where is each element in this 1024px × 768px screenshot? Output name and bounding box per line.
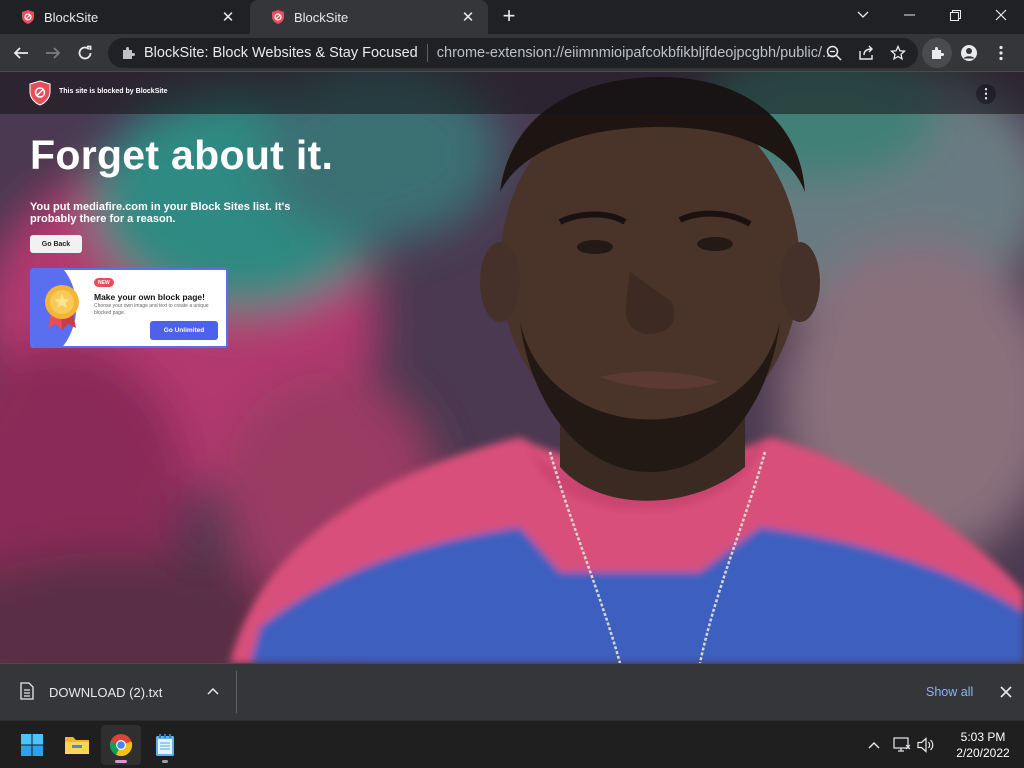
omnibox-url[interactable]: chrome-extension://eiimnmioipafcokbfikbl… (437, 45, 835, 61)
download-separator (236, 671, 237, 713)
tab-blocksite-1[interactable]: BlockSite ✕ (0, 0, 248, 34)
blocked-tagline: This site is blocked by BlockSite (59, 88, 168, 95)
volume-icon[interactable] (916, 735, 936, 755)
show-all-downloads-link[interactable]: Show all (926, 685, 973, 699)
blocksite-shield-icon (270, 9, 286, 25)
go-unlimited-button[interactable]: Go Unlimited (150, 321, 218, 340)
kebab-menu-icon[interactable] (986, 38, 1016, 68)
kebab-menu-icon[interactable]: ⋮ (976, 84, 996, 104)
blocksite-shield-icon (20, 9, 36, 25)
arrow-right-icon[interactable] (38, 38, 68, 68)
tab-search-chevron-icon[interactable] (840, 0, 886, 30)
tab-strip: BlockSite ✕ BlockSite ✕ + (0, 0, 1024, 34)
promo-description: Choose your own image and text to create… (94, 303, 209, 316)
tab-title: BlockSite (294, 9, 349, 25)
award-medal-icon (32, 270, 79, 346)
tab-title: BlockSite (44, 9, 99, 25)
page-title: Forget about it. (30, 132, 334, 178)
system-clock[interactable]: 5:03 PM 2/20/2022 (944, 729, 1022, 761)
omnibox-separator (426, 44, 428, 62)
arrow-left-icon[interactable] (6, 38, 36, 68)
clock-time: 5:03 PM (960, 730, 1006, 744)
star-icon[interactable] (889, 44, 907, 62)
chrome-icon[interactable] (101, 725, 141, 765)
notepad-icon[interactable] (145, 725, 185, 765)
close-icon[interactable] (996, 682, 1016, 702)
text-file-icon (20, 682, 34, 700)
promo-title: Make your own block page! (94, 292, 205, 302)
blocked-message: You put mediafire.com in your Block Site… (30, 201, 291, 225)
promo-card[interactable]: NEW Make your own block page! Choose you… (30, 268, 228, 348)
share-icon[interactable] (857, 44, 875, 62)
tab-close-icon[interactable]: ✕ (218, 7, 238, 27)
running-app-indicator (162, 760, 168, 763)
download-file-name[interactable]: DOWNLOAD (2).txt (49, 685, 162, 700)
download-bar: DOWNLOAD (2).txt Show all (0, 663, 1024, 720)
browser-toolbar: BlockSite: Block Websites & Stay Focused… (0, 34, 1024, 72)
omnibox-extension-name: BlockSite: Block Websites & Stay Focused (144, 45, 418, 61)
go-back-button[interactable]: Go Back (30, 235, 82, 253)
omnibox[interactable]: BlockSite: Block Websites & Stay Focused… (108, 38, 918, 68)
restore-icon[interactable] (932, 0, 978, 30)
chevron-up-icon[interactable] (204, 682, 222, 700)
network-icon[interactable] (892, 735, 912, 755)
blocksite-shield-icon (29, 80, 51, 106)
file-explorer-icon[interactable] (57, 725, 97, 765)
clock-date: 2/20/2022 (956, 746, 1010, 760)
minimize-icon[interactable] (886, 0, 932, 30)
reload-icon[interactable] (70, 38, 100, 68)
tab-close-icon[interactable]: ✕ (458, 7, 478, 27)
blocksite-header: This site is blocked by BlockSite ⋮ (0, 72, 1024, 114)
new-tab-button[interactable]: + (498, 5, 520, 28)
extensions-puzzle-icon[interactable] (922, 38, 952, 68)
page-content: This site is blocked by BlockSite ⋮ Forg… (0, 72, 1024, 663)
windows-taskbar: 5:03 PM 2/20/2022 (0, 720, 1024, 768)
puzzle-icon (120, 45, 136, 61)
chevron-up-icon[interactable] (864, 735, 884, 755)
windows-start-icon[interactable] (12, 725, 52, 765)
zoom-icon[interactable] (825, 44, 843, 62)
window-close-icon[interactable] (978, 0, 1024, 30)
new-badge: NEW (94, 278, 114, 287)
active-app-indicator (115, 760, 127, 763)
tab-blocksite-2[interactable]: BlockSite ✕ (250, 0, 488, 34)
person-icon[interactable] (954, 38, 984, 68)
